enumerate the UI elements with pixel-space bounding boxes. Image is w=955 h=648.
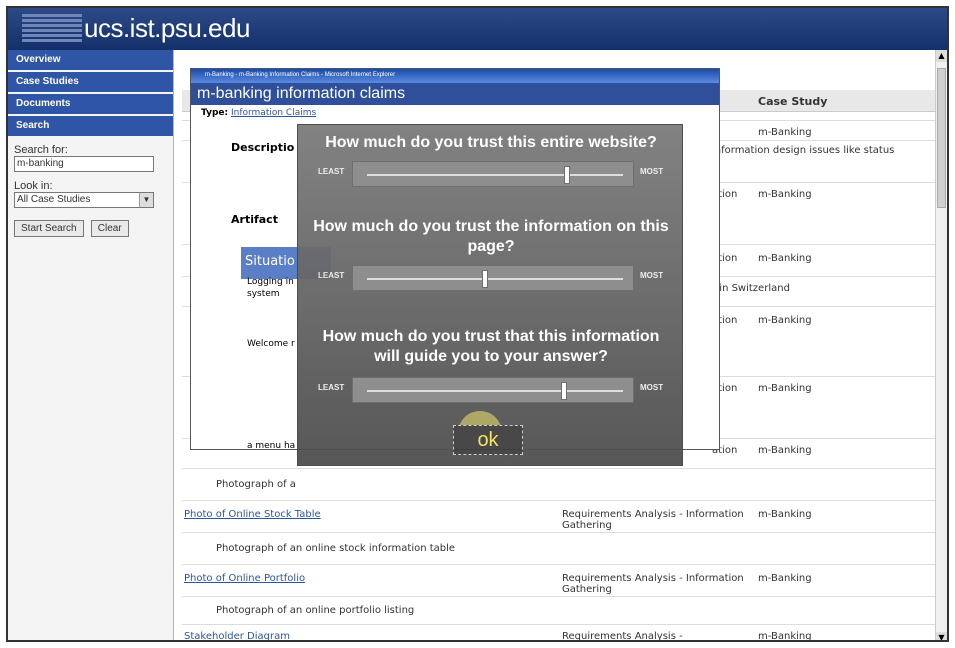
- main-scrollbar[interactable]: ▲ ▼: [935, 50, 947, 640]
- nav-case-studies[interactable]: Case Studies: [8, 72, 173, 92]
- search-panel: Search for: m-banking Look in: All Case …: [8, 138, 173, 237]
- dropdown-arrow-icon[interactable]: ▼: [139, 193, 153, 207]
- slider-1-knob[interactable]: [563, 166, 570, 184]
- popup-meta: Type: Information Claims: [201, 108, 317, 118]
- scroll-down-icon[interactable]: ▼: [936, 632, 947, 640]
- look-in-label: Look in:: [14, 180, 53, 192]
- search-input[interactable]: m-banking: [14, 156, 154, 172]
- question-3: How much do you trust that this informat…: [322, 328, 660, 365]
- slider-3-knob[interactable]: [561, 382, 568, 400]
- table-row: Photo of Online Stock Table Requirements…: [182, 500, 939, 532]
- table-row: Photograph of an online portfolio listin…: [182, 596, 939, 624]
- nav-search[interactable]: Search: [8, 116, 173, 136]
- link-photo-online-stock-table[interactable]: Photo of Online Stock Table: [184, 509, 321, 520]
- slider-3[interactable]: LEAST MOST: [318, 375, 664, 405]
- slider-2-knob[interactable]: [481, 270, 488, 288]
- link-stakeholder-diagram[interactable]: Stakeholder Diagram: [184, 631, 290, 640]
- clear-button[interactable]: Clear: [90, 220, 129, 237]
- popup-heading: m-banking information claims: [191, 83, 719, 105]
- slider-1[interactable]: LEAST MOST: [318, 159, 664, 189]
- question-1: How much do you trust this entire websit…: [325, 134, 657, 151]
- trust-survey-overlay: How much do you trust this entire websit…: [297, 124, 683, 466]
- ok-button[interactable]: ok: [453, 425, 523, 455]
- popup-titlebar[interactable]: m-Banking - m-Banking Information Claims…: [191, 69, 719, 83]
- table-row: Photograph of a: [182, 468, 939, 500]
- look-in-value: All Case Studies: [17, 194, 91, 205]
- link-information-claims[interactable]: Information Claims: [231, 108, 316, 118]
- table-row: Stakeholder Diagram Requirements Analysi…: [182, 624, 939, 640]
- site-header: ucs.ist.psu.edu: [8, 8, 947, 50]
- nav-documents[interactable]: Documents: [8, 94, 173, 114]
- question-2: How much do you trust the information on…: [313, 218, 669, 255]
- table-row: Photograph of an online stock informatio…: [182, 532, 939, 564]
- start-search-button[interactable]: Start Search: [14, 220, 84, 237]
- description-label: Descriptio: [231, 141, 295, 154]
- site-title: ucs.ist.psu.edu: [84, 13, 250, 43]
- look-in-select[interactable]: All Case Studies ▼: [14, 192, 154, 208]
- col-header-case-study: Case Study: [758, 95, 828, 108]
- nav-overview[interactable]: Overview: [8, 50, 173, 70]
- link-photo-online-portfolio[interactable]: Photo of Online Portfolio: [184, 573, 305, 584]
- artifact-label: Artifact: [231, 213, 278, 226]
- slider-2[interactable]: LEAST MOST: [318, 263, 664, 293]
- logo-stripes-icon: [22, 14, 82, 46]
- table-row: Photo of Online Portfolio Requirements A…: [182, 564, 939, 596]
- scroll-thumb[interactable]: [937, 68, 946, 208]
- search-for-label: Search for:: [14, 144, 68, 156]
- scroll-up-icon[interactable]: ▲: [936, 50, 947, 62]
- screen-frame: ucs.ist.psu.edu Overview Case Studies Do…: [6, 6, 949, 642]
- left-sidebar: Overview Case Studies Documents Search S…: [8, 50, 174, 640]
